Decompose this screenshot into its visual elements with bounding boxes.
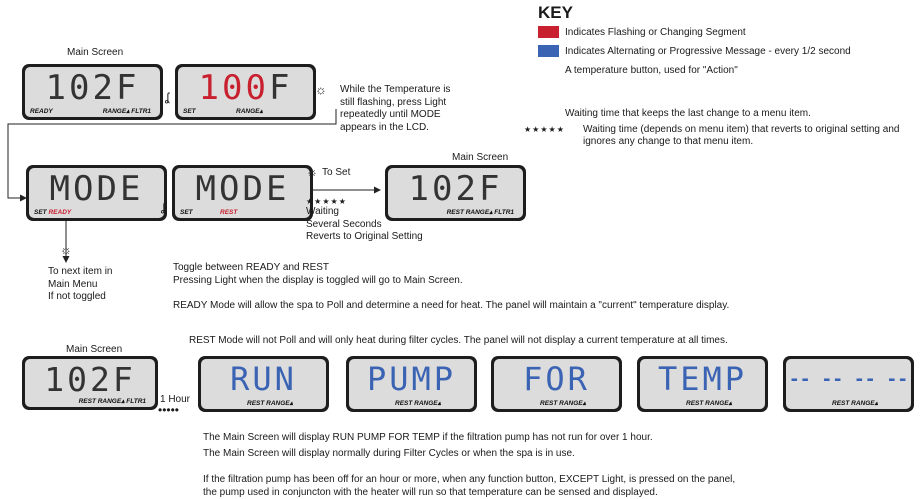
row1-note: While the Temperature is still flashing,… xyxy=(340,84,451,133)
ready-mode-note: READY Mode will allow the spa to Poll an… xyxy=(173,300,730,311)
lcd-range-label: REST RANGE▴ FLTR1 xyxy=(446,209,514,216)
key-button: A temperature button, used for "Action" xyxy=(565,65,738,76)
lcd-digits: FOR xyxy=(523,360,590,398)
lcd-digits: -- -- -- -- xyxy=(788,369,909,390)
light-button-icon: ☼ xyxy=(306,164,318,179)
key-stars: ★★★★★ xyxy=(524,125,565,134)
lcd-run: RUN REST RANGE▴ xyxy=(198,356,329,412)
lcd-main-screen-rest: 102F REST RANGE▴ FLTR1 xyxy=(385,165,526,221)
lcd-digits: MODE xyxy=(195,169,290,209)
light-button-icon: ☼ xyxy=(60,242,72,257)
hand-icon: ʆ xyxy=(161,200,166,214)
lcd-flashing-digits: 100 xyxy=(198,68,269,108)
lcd-rest-label: REST xyxy=(220,209,238,216)
key-flashing: Indicates Flashing or Changing Segment xyxy=(565,27,746,38)
lcd-digits: RUN xyxy=(230,360,297,398)
lcd-main-screen-bottom: 102F REST RANGE▴ FLTR1 xyxy=(22,356,158,410)
lcd-unit: F xyxy=(268,68,293,108)
key-revert-line1: Waiting time (depends on menu item) that… xyxy=(583,124,900,135)
lcd-range-label: REST RANGE▴ xyxy=(832,400,878,407)
lcd-ready-label: READY xyxy=(30,108,53,115)
key-waiting: Waiting time that keeps the last change … xyxy=(565,108,811,119)
lcd-for: FOR REST RANGE▴ xyxy=(491,356,622,412)
main-screen-title-2: Main Screen xyxy=(452,152,509,163)
lcd-digits: 102F xyxy=(408,169,503,209)
flashing-swatch xyxy=(538,26,559,38)
to-set-label: To Set xyxy=(322,167,351,178)
lcd-mode-rest: MODE SET REST xyxy=(172,165,313,221)
rest-mode-note: REST Mode will not Poll and will only he… xyxy=(189,335,728,346)
main-screen-title-1: Main Screen xyxy=(67,47,124,58)
lcd-temp: TEMP REST RANGE▴ xyxy=(637,356,768,412)
lcd-ready-label: READY xyxy=(48,209,72,216)
run-pump-notes: The Main Screen will display RUN PUMP FO… xyxy=(203,432,653,459)
lcd-range-label: REST RANGE▴ FLTR1 xyxy=(78,398,146,405)
lcd-digits: 102F xyxy=(45,68,140,108)
lcd-range-label: REST RANGE▴ xyxy=(395,400,441,407)
key-title: KEY xyxy=(538,3,573,22)
lcd-range-label: RANGE▴ FLTR1 xyxy=(102,108,151,115)
lcd-set-label: SET READY xyxy=(34,209,72,216)
lcd-main-screen: 102F READY RANGE▴ FLTR1 xyxy=(22,64,163,120)
lcd-digits: TEMP xyxy=(657,360,748,398)
toggle-note: Toggle between READY and REST Pressing L… xyxy=(173,262,463,286)
lcd-set-temperature: 100F SET RANGE▴ xyxy=(175,64,316,120)
lcd-digits: 102F xyxy=(44,360,136,399)
lcd-dashes: -- -- -- -- REST RANGE▴ xyxy=(783,356,914,412)
key-alternating: Indicates Alternating or Progressive Mes… xyxy=(565,46,851,57)
lcd-range-label: REST RANGE▴ xyxy=(686,400,732,407)
lcd-digits: PUMP xyxy=(366,360,457,398)
alternating-swatch xyxy=(538,45,559,57)
light-button-icon: ☼ xyxy=(315,82,327,97)
lcd-set-label: SET xyxy=(180,209,193,216)
footer-note: If the filtration pump has been off for … xyxy=(203,474,736,498)
lcd-mode-ready: MODE SET READY xyxy=(26,165,167,221)
lcd-range-label: REST RANGE▴ xyxy=(247,400,293,407)
lcd-set-label: SET xyxy=(183,108,196,115)
lcd-range-label: RANGE▴ xyxy=(236,108,263,115)
main-screen-title-3: Main Screen xyxy=(66,344,123,355)
lcd-range-label: REST RANGE▴ xyxy=(540,400,586,407)
lcd-digits: MODE xyxy=(49,169,144,209)
key-revert-line2: ignores any change to that menu item. xyxy=(583,136,754,147)
lcd-pump: PUMP REST RANGE▴ xyxy=(346,356,477,412)
hand-icon: ʆ xyxy=(165,90,170,104)
progress-dots: ••••• xyxy=(158,403,180,417)
next-item-note: To next item in Main Menu If not toggled xyxy=(48,266,113,302)
